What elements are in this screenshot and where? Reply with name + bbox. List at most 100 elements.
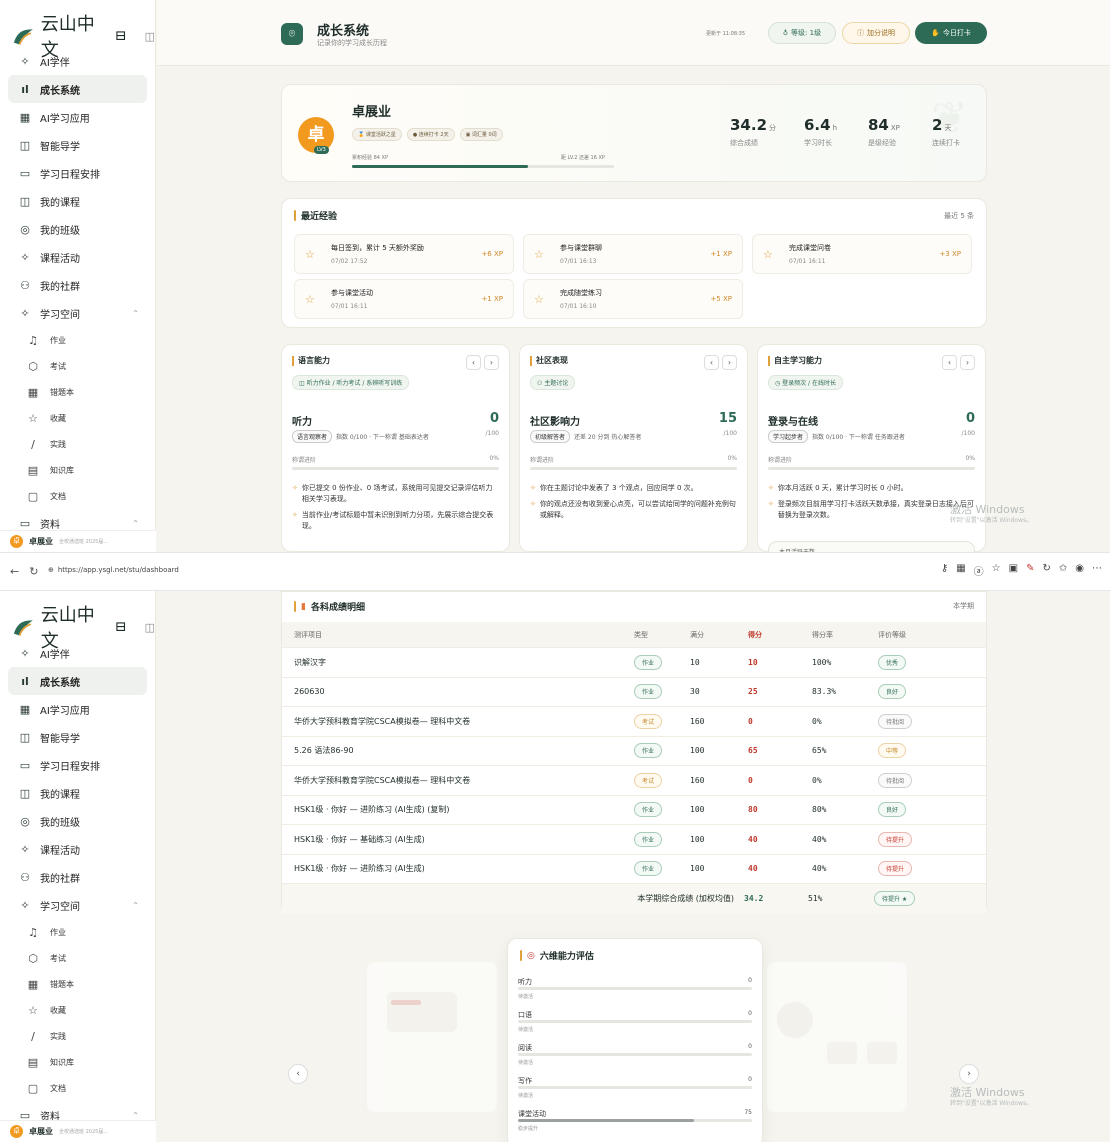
- bonus-help-button[interactable]: ⓘ 加分说明: [842, 22, 910, 44]
- chevron-up-icon[interactable]: ⌃: [132, 519, 139, 528]
- xp-record[interactable]: ☆ 完成课堂问卷 07/01 16:11 +3 XP: [752, 234, 972, 274]
- xp-record[interactable]: ☆ 完成随堂练习 07/01 16:10 +5 XP: [523, 279, 743, 319]
- sidebar-item[interactable]: ◫ 我的课程: [8, 779, 147, 807]
- sidebar-subitem[interactable]: ♫ 作业: [8, 327, 147, 353]
- dock-toggle-icon[interactable]: ◫: [145, 621, 155, 634]
- sidebar-subitem[interactable]: ▦ 错题本: [8, 971, 147, 997]
- item-full: 10: [690, 657, 700, 667]
- xp-record[interactable]: ☆ 参与课堂群聊 07/01 16:13 +1 XP: [523, 234, 743, 274]
- sidebar-subitem[interactable]: ☆ 收藏: [8, 405, 147, 431]
- sidebar-subitem-icon: ▦: [27, 385, 39, 399]
- table-row[interactable]: 识解汉字 作业 10 10 100% 优秀: [282, 648, 986, 678]
- next-icon[interactable]: ›: [484, 355, 499, 370]
- table-row[interactable]: 260630 作业 30 25 83.3% 良好: [282, 678, 986, 707]
- sidebar-item[interactable]: ıl 成长系统: [8, 75, 147, 103]
- sidebar-item-icon: ◫: [19, 786, 31, 800]
- logo-mark-icon: [13, 29, 33, 45]
- sidebar-item[interactable]: ▭ 学习日程安排: [8, 159, 147, 187]
- favorite-icon[interactable]: ☆: [992, 563, 1001, 578]
- star-icon: ☆: [305, 248, 315, 261]
- sidebar-item[interactable]: ▦ AI学习应用: [8, 103, 147, 131]
- grades-table: 测评项目 类型 满分 得分 得分率 评价等级 识解汉字 作业 10 10 100% 优秀 26…: [282, 622, 986, 914]
- sidebar-item[interactable]: ◫ 智能导学: [8, 723, 147, 751]
- refresh-icon[interactable]: ↻: [29, 565, 38, 578]
- table-row[interactable]: HSK1级 · 你好 — 进阶练习 (AI生成) 作业 100 40 40% 待…: [282, 855, 986, 884]
- dimension-bar: [518, 1086, 752, 1089]
- profile-badges: 🏅 课堂活跃之星 ● 连续打卡 2天 ▣ 词汇量 0词: [352, 128, 503, 141]
- favorites-list-icon[interactable]: ✩: [1059, 563, 1067, 578]
- carousel-prev-button[interactable]: ‹: [288, 1064, 308, 1084]
- sidebar-item[interactable]: ✧ AI学伴: [8, 639, 147, 667]
- ability-level-desc: 指数 0/100 · 下一称谓 基础表达者: [336, 434, 429, 441]
- item-score: 40: [748, 834, 758, 844]
- sidebar-item-icon: ✧: [20, 250, 30, 264]
- xp-record[interactable]: ☆ 参与课堂活动 07/01 16:11 +1 XP: [294, 279, 514, 319]
- extension-icon[interactable]: ▣: [1009, 563, 1018, 578]
- user-bar[interactable]: 卓 卓展业 全校通选班 2025届...: [0, 530, 156, 552]
- sidebar: 云山中文 ⊟ ◫ ✧ AI学伴 ıl 成长系统 ▦ AI学习应用 ◫ 智能导学 ▭ 学习日程安排 ◫…: [0, 0, 156, 552]
- sidebar-subitem[interactable]: ∕ 实践: [8, 1023, 147, 1049]
- next-icon[interactable]: ›: [722, 355, 737, 370]
- sidebar-item[interactable]: ✧ AI学伴: [8, 47, 147, 75]
- table-row[interactable]: 华侨大学预科教育学院CSCA模拟卷— 理科中文卷 考试 160 0 0% 待批阅: [282, 707, 986, 737]
- sidebar-subitem[interactable]: ⬡ 考试: [8, 353, 147, 379]
- ability-progress-label: 称谓进阶: [292, 457, 317, 464]
- user-bar[interactable]: 卓 卓展业 全校通选班 2025届...: [0, 1120, 156, 1142]
- key-icon[interactable]: ⚷: [941, 563, 948, 578]
- sidebar-item[interactable]: ✧ 学习空间 ⌃: [8, 299, 147, 327]
- item-grade: 中等: [878, 743, 958, 759]
- sidebar-subitem[interactable]: ▤ 知识库: [8, 457, 147, 483]
- ability-detail-bar[interactable]: 本月活跃天数: [768, 541, 975, 552]
- sidebar-item[interactable]: ✧ 课程活动: [8, 243, 147, 271]
- sidebar-subitem-label: 考试: [50, 361, 66, 371]
- prev-icon[interactable]: ‹: [942, 355, 957, 370]
- table-row[interactable]: HSK1级 · 你好 — 基础练习 (AI生成) 作业 100 40 40% 待…: [282, 825, 986, 855]
- profile-icon[interactable]: ◉: [1075, 563, 1084, 578]
- sidebar-subitem[interactable]: ☆ 收藏: [8, 997, 147, 1023]
- xp-record[interactable]: ☆ 每日签到，累计 5 天额外奖励 07/02 17:52 +6 XP: [294, 234, 514, 274]
- sidebar-subitem[interactable]: ▢ 文档: [8, 1075, 147, 1101]
- refresh-ext-icon[interactable]: ↻: [1042, 563, 1050, 578]
- sidebar-item[interactable]: ⚇ 我的社群: [8, 271, 147, 299]
- sidebar-subitem[interactable]: ▦ 错题本: [8, 379, 147, 405]
- sidebar-item[interactable]: ⚇ 我的社群: [8, 863, 147, 891]
- checkin-button[interactable]: ✋ 今日打卡: [915, 22, 987, 44]
- level-button[interactable]: ♁ 等级: 1级: [768, 22, 836, 44]
- sidebar-subitem[interactable]: ▢ 文档: [8, 483, 147, 509]
- sidebar-subitem[interactable]: ∕ 实践: [8, 431, 147, 457]
- sidebar-item[interactable]: ◫ 智能导学: [8, 131, 147, 159]
- item-score: 40: [748, 864, 758, 874]
- chevron-up-icon[interactable]: ⌃: [132, 309, 139, 318]
- pen-icon[interactable]: ✎: [1026, 563, 1034, 578]
- chevron-up-icon[interactable]: ⌃: [132, 901, 139, 910]
- sidebar-item[interactable]: ◎ 我的班级: [8, 807, 147, 835]
- prev-icon[interactable]: ‹: [704, 355, 719, 370]
- watermark-line1: 激活 Windows: [950, 503, 1025, 516]
- sidebar-item[interactable]: ✧ 学习空间 ⌃: [8, 891, 147, 919]
- table-row[interactable]: 5.26 语法86-90 作业 100 65 65% 中等: [282, 737, 986, 766]
- translate-icon[interactable]: ⓐ: [974, 563, 984, 578]
- sidebar-item[interactable]: ▭ 学习日程安排: [8, 751, 147, 779]
- reader-icon[interactable]: ▦: [956, 563, 965, 578]
- sidebar-item[interactable]: ◫ 我的课程: [8, 187, 147, 215]
- sidebar-subitem[interactable]: ▤ 知识库: [8, 1049, 147, 1075]
- back-icon[interactable]: ←: [10, 565, 19, 578]
- table-row[interactable]: 华侨大学预科教育学院CSCA模拟卷— 理科中文卷 考试 160 0 0% 待批阅: [282, 766, 986, 796]
- sidebar-subitem[interactable]: ♫ 作业: [8, 919, 147, 945]
- sidebar-subitem-icon: ⬡: [28, 359, 38, 373]
- more-icon[interactable]: ⋯: [1092, 563, 1102, 578]
- sidebar-item[interactable]: ✧ 课程活动: [8, 835, 147, 863]
- address-bar[interactable]: ⊕ https://app.ysgl.net/stu/dashboard: [48, 561, 198, 579]
- next-icon[interactable]: ›: [960, 355, 975, 370]
- sidebar-item[interactable]: ıl 成长系统: [8, 667, 147, 695]
- prev-icon[interactable]: ‹: [466, 355, 481, 370]
- sidebar-subitem-label: 实践: [50, 439, 66, 449]
- dock-toggle-icon[interactable]: ◫: [145, 30, 155, 43]
- ability-title: 社区表现: [530, 355, 568, 366]
- chevron-up-icon[interactable]: ⌃: [132, 1111, 139, 1120]
- sidebar-item[interactable]: ◎ 我的班级: [8, 215, 147, 243]
- table-row[interactable]: HSK1级 · 你好 — 进阶练习 (AI生成) (复制) 作业 100 80 …: [282, 796, 986, 825]
- carousel-next-button[interactable]: ›: [959, 1064, 979, 1084]
- sidebar-item[interactable]: ▦ AI学习应用: [8, 695, 147, 723]
- sidebar-subitem[interactable]: ⬡ 考试: [8, 945, 147, 971]
